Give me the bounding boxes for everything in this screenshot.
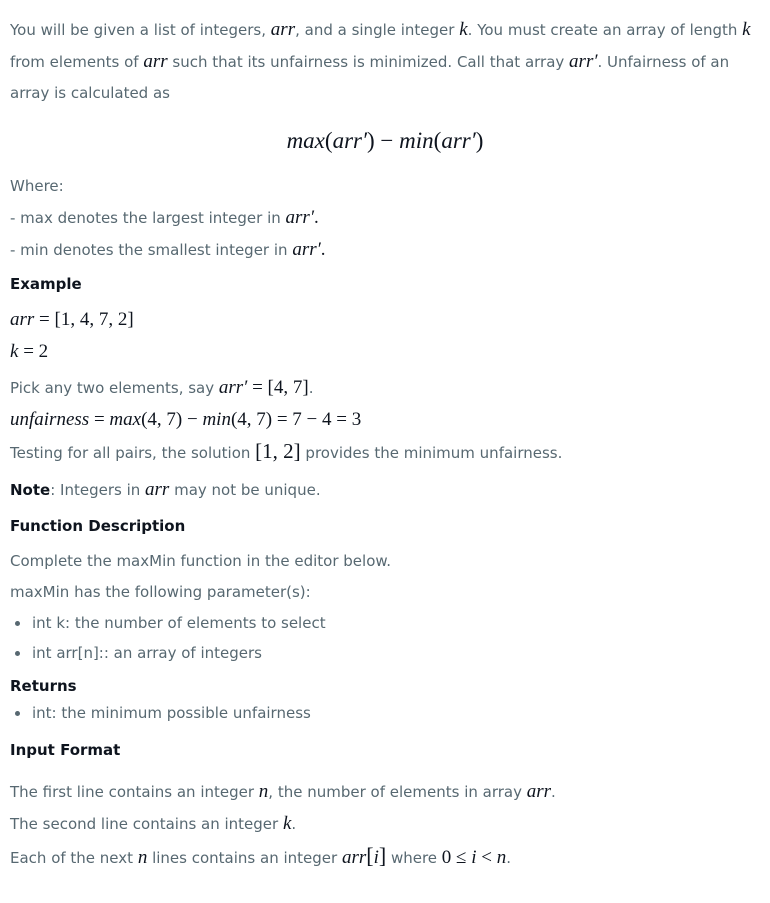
example-pick: Pick any two elements, say arr′ = [4, 7]… [10,372,760,404]
math-arr: arr [341,847,367,868]
math-op: < [476,847,497,868]
math-arr-prime: arr′ [285,207,314,228]
problem-statement: You will be given a list of integers, ar… [0,14,770,874]
math-solution: [1, 2] [255,439,301,463]
note-paragraph: Note: Integers in arr may not be unique. [10,474,760,506]
text: . [291,815,297,833]
text: . [506,849,511,867]
math-paren: ) [475,128,484,153]
math-n: n [137,847,148,868]
text: : Integers in [50,481,146,499]
intro-paragraph: You will be given a list of integers, ar… [10,14,760,109]
math-value: 0 ≤ [441,847,472,868]
math-arr-prime: arr′ [332,128,367,153]
math-value: = 2 [18,341,49,362]
math-arr-prime: arr′ [441,128,476,153]
text: Pick any two elements, say [10,379,219,397]
text: , the number of elements in array [268,783,527,801]
math-max: max [286,128,325,153]
math-arr: arr [526,781,552,802]
text: from elements of [10,53,144,71]
math-max: max [109,409,142,430]
text: You will be given a list of integers, [10,21,271,39]
parameter-item: int arr[n]:: an array of integers [15,638,760,668]
math-n: n [258,781,269,802]
parameter-item: int k: the number of elements to select [15,608,760,638]
function-description-line2: maxMin has the following parameter(s): [10,583,311,601]
math-op: = [89,409,110,430]
math-bracket: [ [366,843,374,868]
math-n: n [496,847,507,868]
text: The second line contains an integer [10,815,283,833]
math-op: ) − [367,128,400,153]
where-label: Where: [10,177,64,195]
text: provides the minimum unfairness. [300,444,563,462]
text: Testing for all pairs, the solution [10,444,256,462]
text: - max denotes the largest integer in [10,209,286,227]
text: . [320,239,326,260]
text: The first line contains an integer [10,783,259,801]
returns-item: int: the minimum possible unfairness [15,698,760,728]
function-description-line1: Complete the maxMin function in the edit… [10,552,392,570]
math-value: (4, 7) = 7 − 4 = 3 [230,409,362,430]
text: . [551,783,556,801]
math-arr: arr [270,19,296,40]
input-format-line1: The first line contains an integer n, th… [10,776,760,808]
returns-list: int: the minimum possible unfairness [10,698,760,728]
math-arr: arr [145,479,170,500]
input-format-line2: The second line contains an integer k. [10,808,760,840]
math-value: = [4, 7] [247,377,309,398]
example-unfairness: unfairness = max(4, 7) − min(4, 7) = 7 −… [10,404,760,436]
math-arr-prime: arr′ [569,51,598,72]
bullet-icon [15,621,20,626]
where-max-line: - max denotes the largest integer in arr… [10,202,760,234]
text: may not be unique. [169,481,321,499]
text: . You must create an array of length [467,21,743,39]
function-description-heading: Function Description [10,517,186,535]
text: lines contains an integer [147,849,342,867]
text: - min denotes the smallest integer in [10,241,293,259]
parameter-list: int k: the number of elements to select … [10,608,760,668]
math-arr-prime: arr′ [218,377,248,398]
math-min: min [399,128,434,153]
math-arr-prime: arr′ [292,239,321,260]
text: where [386,849,442,867]
text: . [308,379,314,397]
input-format-heading: Input Format [10,741,121,759]
text: Each of the next [10,849,138,867]
math-arr: arr [143,51,168,72]
math-k: k [742,19,751,40]
input-format-line3: Each of the next n lines contains an int… [10,840,760,874]
where-min-line: - min denotes the smallest integer in ar… [10,234,760,266]
example-k: k = 2 [10,336,760,368]
text: int: the minimum possible unfairness [32,704,311,722]
math-value: (4, 7) − [141,409,203,430]
returns-heading: Returns [10,677,77,695]
example-heading: Example [10,275,82,293]
math-arr: arr [10,309,35,330]
example-testing: Testing for all pairs, the solution [1, … [10,436,760,469]
text: int arr[n]:: an array of integers [32,644,262,662]
text: such that its unfairness is minimized. C… [167,53,570,71]
text: int k: the number of elements to select [32,614,326,632]
bullet-icon [15,651,20,656]
math-paren: ( [324,128,333,153]
math-min: min [202,409,231,430]
math-value: = [1, 4, 7, 2] [34,309,134,330]
math-k: k [459,19,468,40]
example-arr: arr = [1, 4, 7, 2] [10,304,760,336]
unfairness-formula: max(arr′) − min(arr′) [10,125,760,157]
math-unfairness: unfairness [10,409,90,430]
text: , and a single integer [295,21,460,39]
note-label: Note [10,481,51,499]
text: . [313,207,319,228]
bullet-icon [15,711,20,716]
